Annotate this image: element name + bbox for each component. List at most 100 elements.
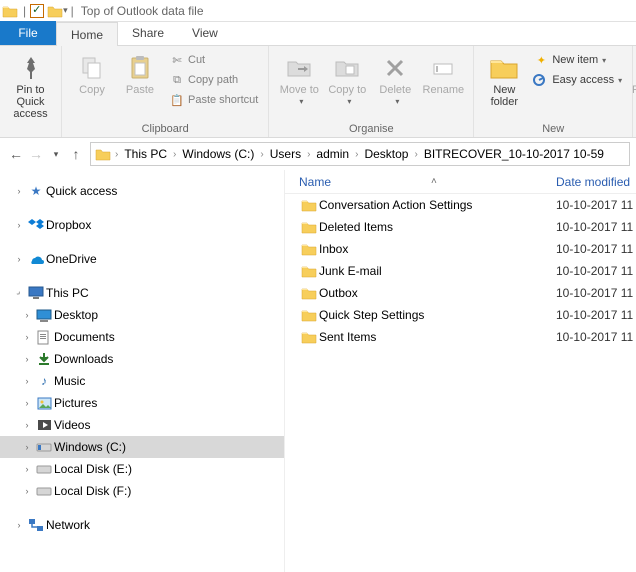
copy-to-button[interactable]: Copy to ▾ bbox=[323, 50, 371, 108]
copy-path-label: Copy path bbox=[188, 74, 238, 86]
tree-onedrive[interactable]: › OneDrive bbox=[0, 248, 284, 270]
up-button[interactable]: ↑ bbox=[66, 146, 86, 162]
tree-quick-access[interactable]: › ★ Quick access bbox=[0, 180, 284, 202]
tree-label: Documents bbox=[54, 330, 115, 344]
header-date[interactable]: Date modified bbox=[556, 175, 636, 189]
tree-label: Videos bbox=[54, 418, 90, 432]
expand-icon[interactable]: › bbox=[20, 442, 34, 452]
tree-pictures[interactable]: › Pictures bbox=[0, 392, 284, 414]
crumb-admin[interactable]: admin bbox=[312, 147, 353, 161]
item-name: Sent Items bbox=[319, 330, 556, 344]
delete-button[interactable]: Delete ▾ bbox=[371, 50, 419, 108]
copy-to-icon bbox=[334, 52, 360, 84]
address-bar[interactable]: › This PC › Windows (C:) › Users › admin… bbox=[90, 142, 630, 166]
copy-label: Copy bbox=[79, 84, 105, 96]
tab-share[interactable]: Share bbox=[118, 21, 178, 45]
collapse-icon[interactable]: › bbox=[11, 285, 28, 302]
documents-icon bbox=[34, 330, 54, 345]
expand-icon[interactable]: › bbox=[20, 486, 34, 496]
expand-icon[interactable]: › bbox=[20, 332, 34, 342]
expand-icon[interactable]: › bbox=[12, 520, 26, 530]
expand-icon[interactable]: › bbox=[12, 186, 26, 196]
expand-icon[interactable]: › bbox=[20, 420, 34, 430]
list-item[interactable]: Outbox10-10-2017 11 bbox=[285, 282, 636, 304]
tree-desktop[interactable]: › Desktop bbox=[0, 304, 284, 326]
desktop-icon bbox=[34, 309, 54, 322]
list-item[interactable]: Deleted Items10-10-2017 11 bbox=[285, 216, 636, 238]
tree-documents[interactable]: › Documents bbox=[0, 326, 284, 348]
tab-home[interactable]: Home bbox=[56, 22, 118, 46]
delete-label: Delete bbox=[379, 84, 411, 96]
expand-icon[interactable]: › bbox=[20, 310, 34, 320]
chevron-right-icon[interactable]: › bbox=[305, 149, 312, 160]
copy-button[interactable]: Copy bbox=[68, 50, 116, 96]
tree-network[interactable]: › Network bbox=[0, 514, 284, 536]
crumb-desktop[interactable]: Desktop bbox=[360, 147, 412, 161]
tree-downloads[interactable]: › Downloads bbox=[0, 348, 284, 370]
history-dropdown[interactable]: ▾ bbox=[46, 149, 66, 160]
pin-to-quick-access-button[interactable]: Pin to Quick access bbox=[3, 50, 59, 120]
tree-disk-f[interactable]: › Local Disk (F:) bbox=[0, 480, 284, 502]
rename-button[interactable]: Rename bbox=[419, 50, 467, 96]
tree-disk-e[interactable]: › Local Disk (E:) bbox=[0, 458, 284, 480]
tree-label: Dropbox bbox=[46, 218, 91, 232]
crumb-winc[interactable]: Windows (C:) bbox=[178, 147, 258, 161]
list-item[interactable]: Quick Step Settings10-10-2017 11 bbox=[285, 304, 636, 326]
tree-label: Music bbox=[54, 374, 85, 388]
header-name[interactable]: Name ˄ bbox=[299, 175, 556, 189]
tree-videos[interactable]: › Videos bbox=[0, 414, 284, 436]
new-item-button[interactable]: ✦ New item ▾ bbox=[528, 50, 626, 70]
chevron-right-icon[interactable]: › bbox=[412, 149, 419, 160]
easy-access-button[interactable]: Easy access ▾ bbox=[528, 70, 626, 90]
back-button[interactable]: ← bbox=[6, 146, 26, 162]
network-icon bbox=[26, 518, 46, 532]
cut-button[interactable]: ✄ Cut bbox=[164, 50, 262, 70]
crumb-folder[interactable]: BITRECOVER_10-10-2017 10-59 bbox=[420, 147, 608, 161]
tree-this-pc[interactable]: › This PC bbox=[0, 282, 284, 304]
tree-label: Windows (C:) bbox=[54, 440, 126, 454]
expand-icon[interactable]: › bbox=[20, 354, 34, 364]
new-folder-button[interactable]: New folder bbox=[480, 50, 528, 108]
list-item[interactable]: Sent Items10-10-2017 11 bbox=[285, 326, 636, 348]
crumb-users[interactable]: Users bbox=[266, 147, 305, 161]
pin-icon bbox=[21, 52, 41, 84]
list-item[interactable]: Junk E-mail10-10-2017 11 bbox=[285, 260, 636, 282]
cut-label: Cut bbox=[188, 54, 205, 66]
item-name: Outbox bbox=[319, 286, 556, 300]
paste-shortcut-button[interactable]: 📋 Paste shortcut bbox=[164, 90, 262, 110]
new-item-label: New item bbox=[552, 54, 598, 66]
expand-icon[interactable]: › bbox=[12, 254, 26, 264]
clipboard-mini: ✄ Cut ⧉ Copy path 📋 Paste shortcut bbox=[164, 50, 262, 110]
tree-windows-c[interactable]: › Windows (C:) bbox=[0, 436, 284, 458]
tree-label: This PC bbox=[46, 286, 89, 300]
tree-dropbox[interactable]: › Dropbox bbox=[0, 214, 284, 236]
crumb-thispc[interactable]: This PC bbox=[120, 147, 171, 161]
list-item[interactable]: Conversation Action Settings10-10-2017 1… bbox=[285, 194, 636, 216]
copy-path-button[interactable]: ⧉ Copy path bbox=[164, 70, 262, 90]
qat-checkbox-icon[interactable] bbox=[29, 3, 45, 19]
chevron-right-icon[interactable]: › bbox=[113, 149, 120, 160]
tab-view[interactable]: View bbox=[178, 21, 232, 45]
main-area: › ★ Quick access › Dropbox › OneDrive › bbox=[0, 170, 636, 572]
folder-icon bbox=[299, 330, 319, 344]
expand-icon[interactable]: › bbox=[20, 376, 34, 386]
move-to-label: Move to bbox=[280, 84, 319, 96]
item-date: 10-10-2017 11 bbox=[556, 198, 636, 212]
chevron-right-icon[interactable]: › bbox=[258, 149, 265, 160]
expand-icon[interactable]: › bbox=[20, 398, 34, 408]
forward-button[interactable]: → bbox=[26, 146, 46, 162]
tree-label: Quick access bbox=[46, 184, 117, 198]
paste-button[interactable]: Paste bbox=[116, 50, 164, 96]
new-folder-icon bbox=[489, 52, 519, 84]
tab-file[interactable]: File bbox=[0, 21, 56, 45]
copy-path-icon: ⧉ bbox=[168, 74, 186, 87]
expand-icon[interactable]: › bbox=[12, 220, 26, 230]
qat-dropdown-icon[interactable]: ▾ bbox=[63, 5, 68, 16]
list-item[interactable]: Inbox10-10-2017 11 bbox=[285, 238, 636, 260]
tree-music[interactable]: › ♪ Music bbox=[0, 370, 284, 392]
item-date: 10-10-2017 11 bbox=[556, 286, 636, 300]
chevron-right-icon[interactable]: › bbox=[353, 149, 360, 160]
expand-icon[interactable]: › bbox=[20, 464, 34, 474]
move-to-button[interactable]: Move to ▾ bbox=[275, 50, 323, 108]
chevron-right-icon[interactable]: › bbox=[171, 149, 178, 160]
